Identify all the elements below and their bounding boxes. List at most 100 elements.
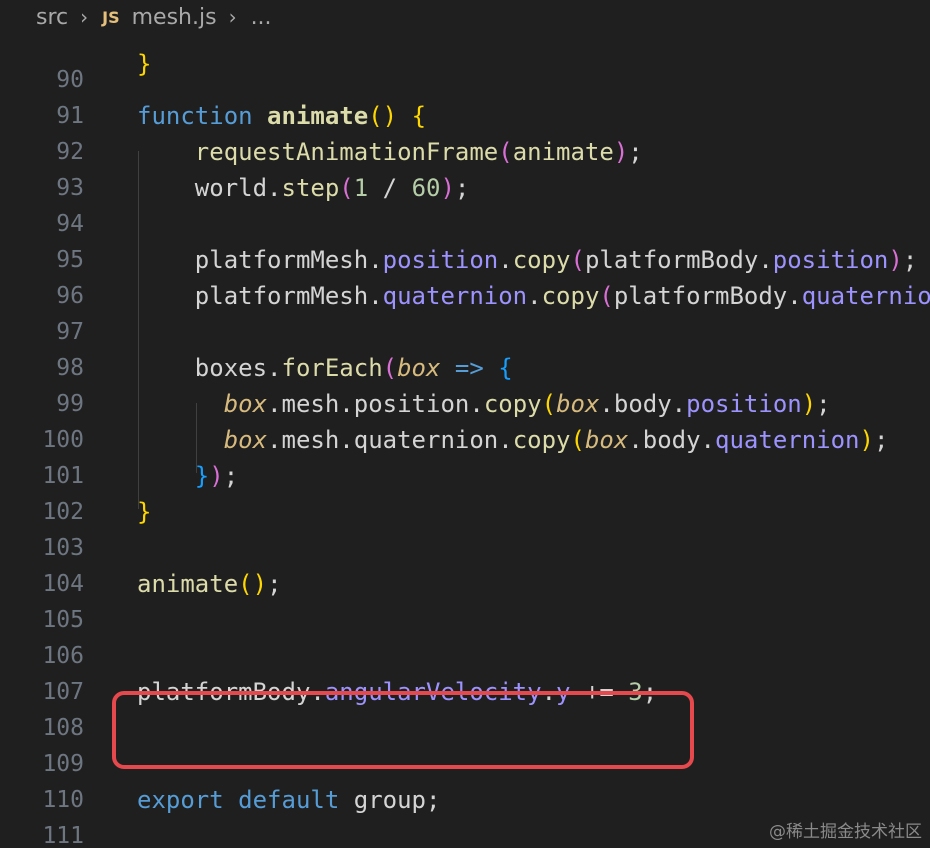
code-token: ) — [888, 246, 903, 274]
watermark: @稀土掘金技术社区 — [769, 822, 922, 842]
code-token: ( — [541, 390, 557, 418]
line-number: 111 — [42, 823, 84, 848]
code-token: quaternion — [382, 282, 528, 310]
code-token: angularVelocity — [324, 678, 542, 706]
code-token: { — [411, 102, 427, 130]
chevron-right-icon: › — [80, 5, 89, 29]
code-token: += — [570, 678, 629, 706]
code-token: ( — [570, 246, 585, 274]
code-text: platformMesh.quaternion.copy(platformBod… — [137, 278, 930, 314]
code-text: requestAnimationFrame(animate); — [137, 134, 643, 170]
code-token: box — [223, 390, 268, 418]
line-number: 103 — [42, 535, 84, 561]
line-number: 105 — [42, 607, 84, 633]
line-number: 97 — [56, 319, 84, 345]
code-token: copy — [512, 426, 571, 454]
code-token: group; — [339, 786, 441, 814]
code-line[interactable]: 100 box.mesh.quaternion.copy(box.body.qu… — [0, 422, 930, 458]
code-token: .mesh.quaternion. — [267, 426, 513, 454]
code-token: position — [686, 390, 802, 418]
code-line[interactable]: 91 function animate() { — [0, 98, 930, 134]
code-token: () — [238, 570, 268, 598]
code-token: function — [137, 102, 253, 130]
chevron-right-icon: › — [228, 5, 237, 29]
line-number: 94 — [56, 211, 84, 237]
breadcrumb-more[interactable]: ... — [251, 5, 272, 30]
code-line-partial: } — [137, 50, 152, 78]
code-token: ( — [599, 282, 614, 310]
code-token: 3 — [628, 678, 643, 706]
code-token: boxes. — [137, 354, 282, 382]
code-text: } — [137, 494, 151, 530]
line-number: 107 — [42, 679, 84, 705]
code-line[interactable]: 97 — [0, 314, 930, 350]
line-number: 106 — [42, 643, 84, 669]
code-line[interactable]: 109 — [0, 746, 930, 782]
line-number: 98 — [56, 355, 84, 381]
breadcrumb-file[interactable]: mesh.js — [132, 5, 217, 30]
code-line[interactable]: 104 animate(); — [0, 566, 930, 602]
code-token: export — [137, 786, 224, 814]
line-number: 93 — [56, 175, 84, 201]
line-number: 102 — [42, 499, 84, 525]
code-text: animate(); — [137, 566, 282, 602]
breadcrumb-folder[interactable]: src — [36, 5, 68, 30]
code-line[interactable]: 110 export default group; — [0, 782, 930, 818]
code-token: () — [368, 102, 398, 130]
code-line[interactable]: 105 — [0, 602, 930, 638]
code-line[interactable]: 96 platformMesh.quaternion.copy(platform… — [0, 278, 930, 314]
code-text: platformBody.angularVelocity.y += 3; — [137, 674, 657, 710]
code-line[interactable]: 92 requestAnimationFrame(animate); — [0, 134, 930, 170]
line-number: 104 — [42, 571, 84, 597]
code-token: y — [556, 678, 571, 706]
code-token: requestAnimationFrame — [194, 138, 499, 166]
code-token: ) — [209, 462, 224, 490]
code-line[interactable]: 94 — [0, 206, 930, 242]
code-line[interactable]: 98 boxes.forEach(box => { — [0, 350, 930, 386]
code-text: box.mesh.position.copy(box.body.position… — [137, 386, 831, 422]
code-token: platformBody. — [137, 678, 325, 706]
code-line[interactable]: 99 box.mesh.position.copy(box.body.posit… — [0, 386, 930, 422]
code-token: animate — [512, 138, 614, 166]
code-token: ) — [801, 390, 817, 418]
code-line[interactable]: 95 platformMesh.position.copy(platformBo… — [0, 242, 930, 278]
code-token: ; — [873, 426, 889, 454]
code-token: step — [281, 174, 340, 202]
code-token: 60 — [411, 174, 441, 202]
breadcrumb: src › JS mesh.js › ... — [0, 0, 930, 34]
code-line[interactable]: 93 world.step(1 / 60); — [0, 170, 930, 206]
code-text: world.step(1 / 60); — [137, 170, 470, 206]
line-number: 99 — [56, 391, 84, 417]
line-number: 90 — [56, 67, 84, 93]
code-text: boxes.forEach(box => { — [137, 350, 513, 386]
code-line[interactable]: 106 — [0, 638, 930, 674]
code-text: function animate() { — [137, 98, 426, 134]
code-line[interactable]: 102} — [0, 494, 930, 530]
code-line[interactable]: 107 platformBody.angularVelocity.y += 3; — [0, 674, 930, 710]
code-line[interactable]: 90 — [0, 62, 930, 98]
code-line[interactable]: 108 — [0, 710, 930, 746]
code-text: }); — [137, 458, 238, 494]
code-token: position — [382, 246, 499, 274]
code-line[interactable]: 101 }); — [0, 458, 930, 494]
code-token: default — [238, 786, 340, 814]
line-number: 100 — [42, 427, 84, 453]
code-text: platformMesh.position.copy(platformBody.… — [137, 242, 917, 278]
code-token: copy — [483, 390, 542, 418]
code-token: ; — [816, 390, 831, 418]
code-token: ) — [613, 138, 629, 166]
code-token: platformBody. — [613, 282, 802, 310]
code-token: ( — [382, 354, 398, 382]
code-token: ) — [859, 426, 874, 454]
code-editor[interactable]: } 90 91 function animate() {92 requestAnim… — [0, 34, 930, 848]
code-token: } — [137, 498, 152, 526]
code-token: box — [556, 390, 600, 418]
code-token: platformMesh. — [137, 246, 383, 274]
code-line[interactable]: 103 — [0, 530, 930, 566]
line-number: 109 — [42, 751, 84, 777]
code-token: animate — [267, 102, 369, 130]
code-token: ) — [440, 174, 455, 202]
code-token: platformBody. — [584, 246, 773, 274]
